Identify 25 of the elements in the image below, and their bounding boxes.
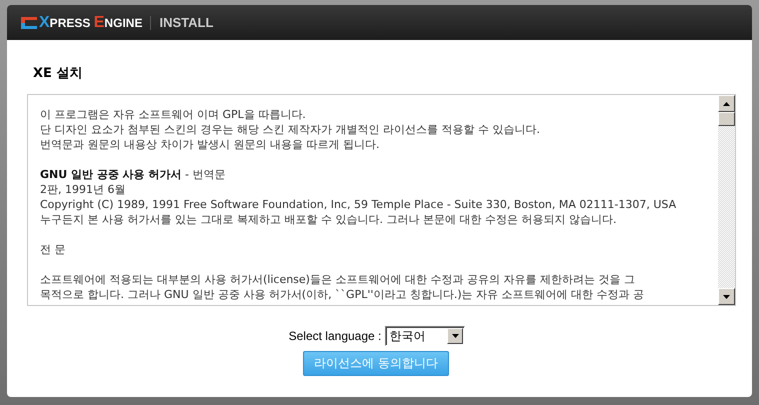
language-label: Select language : (288, 329, 382, 343)
scroll-thumb[interactable] (718, 112, 735, 126)
up-arrow-icon (723, 102, 730, 106)
license-text-box[interactable] (27, 94, 736, 306)
page-title: XE 설치 (33, 65, 84, 82)
license-line: 전 문 (40, 242, 66, 257)
scrollbar[interactable] (718, 95, 735, 305)
logo-icon (21, 16, 37, 28)
scroll-down-button[interactable] (718, 288, 735, 305)
license-line: 누구든지 본 사용 허가서를 있는 그대로 복제하고 배포할 수 있습니다. 그러나 본문에 대한 수정은 허용되지 않습니다. (40, 212, 618, 227)
dropdown-button[interactable] (447, 328, 464, 344)
license-line: 이 프로그램은 자유 소프트웨어 이며 GPL을 따릅니다. (40, 107, 307, 122)
license-line: 단 디자인 요소가 첨부된 스킨의 경우는 해당 스킨 제작자가 개별적인 라이선스를 적용할 수 있습니다. (40, 122, 541, 137)
license-line: 번역문과 원문의 내용상 차이가 발생시 원문의 내용을 따르게 됩니다. (40, 137, 380, 152)
license-line: Copyright (C) 1989, 1991 Free Software Foundation, Inc, 59 Temple Place - Suite 330, Boston, MA 02111-1307, USA (40, 197, 678, 212)
license-line: 목적으로 합니다. 그러나 GNU 일반 공중 사용 허가서(이하, ``GPL''이라고 칭합니다.)는 자유 소프트웨어에 대한 수정과 공 (40, 287, 646, 302)
license-line: 소프트웨어에 적용되는 대부분의 사용 허가서(license)들은 소프트웨어에 대한 수정과 공유의 자유를 제한하려는 것을 그 (40, 272, 636, 287)
down-arrow-icon (723, 294, 730, 298)
logo-text: XPRESS ENGINE (39, 14, 142, 32)
scroll-up-button[interactable] (718, 95, 735, 112)
section-title: INSTALL (159, 15, 214, 30)
license-line: 2판, 1991년 6월 (40, 182, 126, 197)
language-select[interactable]: 한국어 (385, 326, 466, 346)
down-arrow-icon (452, 334, 459, 338)
license-line: GNU 일반 공중 사용 허가서 - 번역문 (40, 167, 226, 182)
